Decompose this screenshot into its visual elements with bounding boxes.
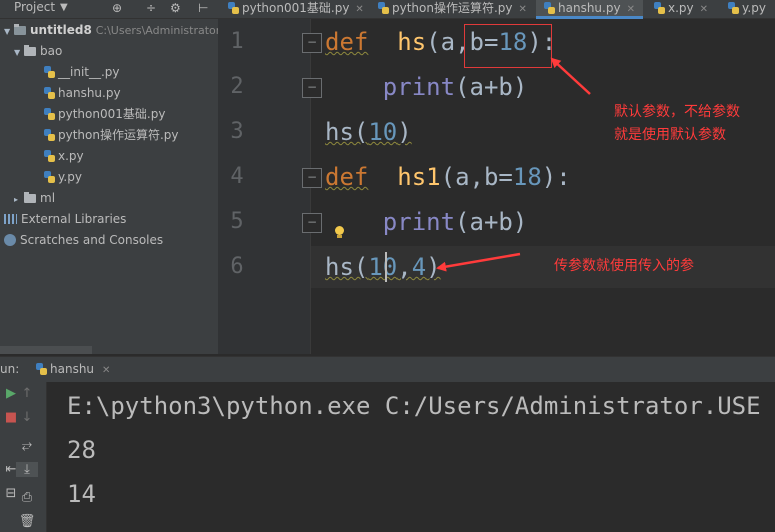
project-header: Project ▼ ⊕ ÷ ⚙ ⊢ — [0, 0, 218, 19]
tree-scratches[interactable]: Scratches and Consoles — [4, 230, 163, 250]
soft-wrap-icon[interactable]: ⥂ — [16, 438, 38, 453]
annotation-default-params-2: 就是使用默认参数 — [614, 127, 726, 143]
chevron-right-icon[interactable]: ▸ — [14, 190, 24, 210]
folder-label: bao — [40, 44, 63, 58]
python-file-icon — [36, 363, 47, 375]
console-line: 14 — [67, 480, 96, 508]
python-file-icon — [654, 2, 665, 14]
python-file-icon — [728, 2, 739, 14]
python-file-icon — [44, 87, 55, 99]
tree-file-init[interactable]: __init__.py — [44, 62, 120, 82]
tree-file-x[interactable]: x.py — [44, 146, 84, 166]
run-tab-label: hanshu — [50, 362, 95, 376]
python-file-icon — [44, 66, 55, 78]
console-line: 28 — [67, 436, 96, 464]
console-line: E:\python3\python.exe C:/Users/Administr… — [67, 392, 761, 420]
folder-icon — [24, 45, 36, 56]
tab-x[interactable]: x.py ✕ — [654, 0, 708, 18]
tab-label: x.py — [668, 1, 694, 15]
tree-file-y[interactable]: y.py — [44, 167, 82, 187]
file-label: python操作运算符.py — [58, 128, 179, 142]
collapse-icon[interactable]: ÷ — [146, 1, 156, 15]
close-icon[interactable]: ✕ — [627, 4, 635, 15]
tree-root[interactable]: ▼ untitled8 C:\Users\Administrator — [4, 20, 220, 40]
python-file-icon — [544, 2, 555, 14]
tab-label: python操作运算符.py — [392, 1, 513, 15]
folder-label: ml — [40, 191, 56, 205]
folder-icon — [24, 192, 36, 203]
python-file-icon — [378, 2, 389, 14]
annotation-arrow-1 — [550, 57, 591, 95]
locate-icon[interactable]: ⊕ — [112, 1, 122, 15]
annotation-default-params-1: 默认参数，不给参数 — [614, 104, 740, 120]
down-arrow-icon[interactable]: ↓ — [16, 410, 38, 425]
close-icon[interactable]: ✕ — [700, 4, 708, 15]
tree-folder-ml[interactable]: ▸ ml — [14, 188, 55, 208]
trash-icon[interactable]: 🗑 — [16, 514, 38, 529]
tree-folder-bao[interactable]: ▼ bao — [14, 41, 62, 61]
file-label: __init__.py — [58, 65, 120, 79]
tree-file-python001[interactable]: python001基础.py — [44, 104, 165, 124]
tree-file-hanshu[interactable]: hanshu.py — [44, 83, 121, 103]
close-icon[interactable]: ✕ — [519, 4, 527, 15]
file-label: x.py — [58, 149, 84, 163]
file-label: y.py — [58, 170, 82, 184]
project-panel: Project ▼ ⊕ ÷ ⚙ ⊢ ▼ untitled8 C:\Users\Ad… — [0, 0, 220, 354]
project-root-name: untitled8 — [30, 23, 92, 37]
tab-label: y.py — [742, 1, 766, 15]
gear-icon[interactable]: ⚙ — [170, 1, 181, 15]
horizontal-scrollbar[interactable] — [0, 346, 92, 354]
folder-icon — [14, 24, 26, 35]
tab-python001[interactable]: python001基础.py ✕ — [228, 0, 364, 18]
annotation-arrow-2 — [436, 252, 521, 272]
tree-file-python-ops[interactable]: python操作运算符.py — [44, 125, 179, 145]
tab-hanshu[interactable]: hanshu.py ✕ — [536, 0, 643, 19]
run-tool-window-bar: un: hanshu ✕ — [0, 356, 775, 383]
tab-python-ops[interactable]: python操作运算符.py ✕ — [378, 0, 527, 18]
python-file-icon — [44, 129, 55, 141]
project-title[interactable]: Project — [14, 0, 55, 14]
close-icon[interactable]: ✕ — [102, 365, 110, 376]
up-arrow-icon[interactable]: ↑ — [16, 386, 38, 401]
close-icon[interactable]: ✕ — [355, 4, 363, 15]
external-libraries-label: External Libraries — [21, 212, 127, 226]
editor-tabbar: python001基础.py ✕ python操作运算符.py ✕ hanshu.p… — [218, 0, 775, 19]
chevron-down-icon[interactable]: ▼ — [4, 22, 14, 42]
file-label: hanshu.py — [58, 86, 121, 100]
console-output[interactable]: E:\python3\python.exe C:/Users/Administr… — [47, 382, 775, 532]
tab-label: hanshu.py — [558, 1, 621, 15]
scroll-to-end-icon[interactable]: ⤓ — [16, 462, 38, 477]
hide-icon[interactable]: ⊢ — [198, 1, 208, 15]
python-file-icon — [44, 150, 55, 162]
file-label: python001基础.py — [58, 107, 166, 121]
python-file-icon — [44, 171, 55, 183]
chevron-down-icon[interactable]: ▼ — [60, 2, 68, 13]
annotation-arrows — [436, 57, 591, 272]
tree-external-libraries[interactable]: External Libraries — [4, 209, 126, 229]
chevron-down-icon[interactable]: ▼ — [14, 43, 24, 63]
run-label: un: — [0, 362, 20, 376]
scratches-icon — [4, 234, 16, 246]
library-icon — [4, 214, 17, 224]
project-root-path: C:\Users\Administrator — [95, 24, 221, 37]
annotation-passed-params: 传参数就使用传入的参 — [554, 258, 694, 274]
print-icon[interactable]: ⎙ — [16, 490, 38, 505]
tab-y[interactable]: y.py — [728, 0, 766, 18]
run-toolbar: ▶ ↑ ■ ↓ ⥂ ⇤ ⤓ ⊟ ⎙ 🗑 — [0, 382, 47, 532]
scratches-label: Scratches and Consoles — [20, 233, 164, 247]
python-file-icon — [228, 2, 239, 14]
tab-label: python001基础.py — [242, 1, 350, 15]
run-tab-hanshu[interactable]: hanshu ✕ — [36, 362, 110, 376]
code-editor[interactable]: 1 2 3 4 5 6 − − − − def hs(a,b=18): prin… — [218, 19, 775, 354]
python-file-icon — [44, 108, 55, 120]
